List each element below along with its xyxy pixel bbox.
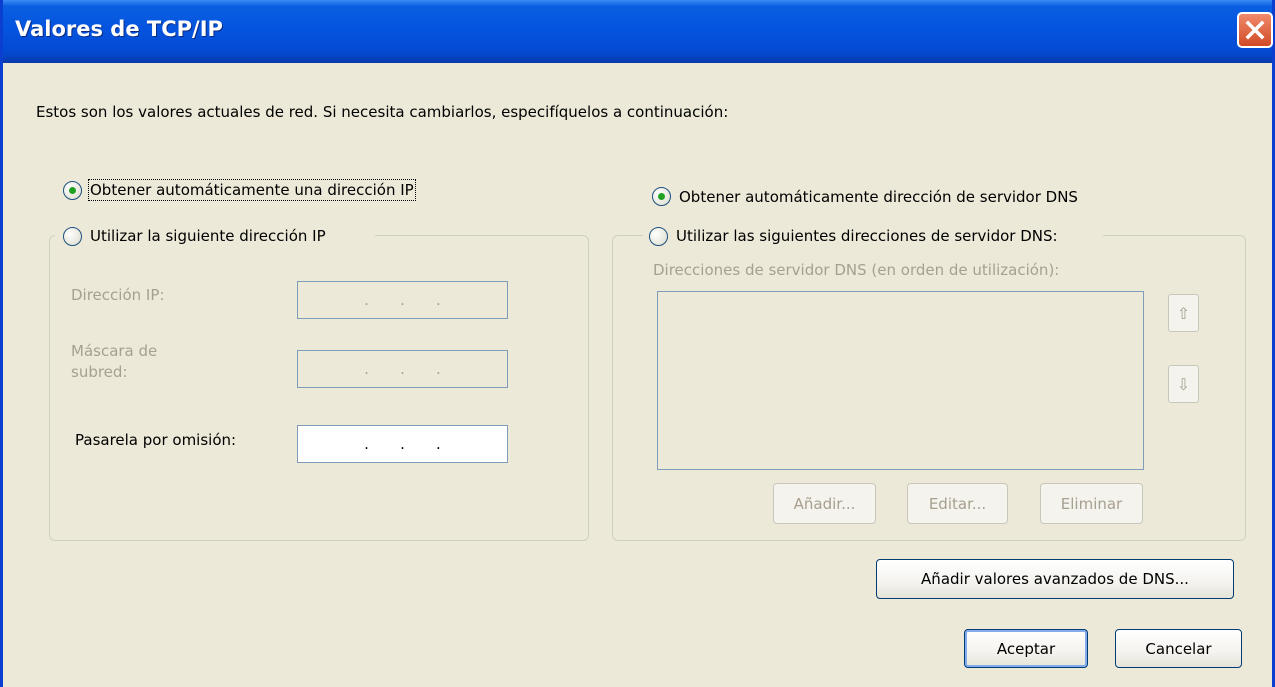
ip-address-label: Dirección IP: xyxy=(71,286,165,304)
subnet-mask-field: . . . xyxy=(297,350,508,388)
up-arrow-icon: ⇧ xyxy=(1176,303,1191,323)
dns-list-label: Direcciones de servidor DNS (en orden de… xyxy=(653,261,1060,279)
dns-manual-label[interactable]: Utilizar las siguientes direcciones de s… xyxy=(676,227,1058,245)
dns-add-button: Añadir... xyxy=(773,483,876,524)
ip-dot: . xyxy=(400,435,405,453)
ip-dot: . xyxy=(400,291,405,309)
ip-manual-label[interactable]: Utilizar la siguiente dirección IP xyxy=(90,227,326,245)
ip-dot: . xyxy=(364,360,369,378)
ip-auto-label[interactable]: Obtener automáticamente una dirección IP xyxy=(88,179,416,201)
ip-group-header: Utilizar la siguiente dirección IP xyxy=(55,223,375,249)
ip-dot: . xyxy=(364,291,369,309)
ip-dot: . xyxy=(400,360,405,378)
ip-manual-radio[interactable] xyxy=(63,227,82,246)
title-bar[interactable]: Valores de TCP/IP xyxy=(3,0,1273,63)
cancel-button[interactable]: Cancelar xyxy=(1115,629,1242,668)
subnet-label-line1: Máscara de xyxy=(71,342,158,360)
ip-dot: . xyxy=(436,360,441,378)
dns-auto-radio[interactable] xyxy=(652,187,671,206)
dns-group-header: Utilizar las siguientes direcciones de s… xyxy=(643,223,1103,249)
dns-remove-button: Eliminar xyxy=(1040,483,1143,524)
dialog-client-area: Estos son los valores actuales de red. S… xyxy=(3,63,1272,687)
ip-address-field: . . . xyxy=(297,281,508,319)
dns-edit-button: Editar... xyxy=(907,483,1008,524)
close-icon xyxy=(1245,20,1265,40)
down-arrow-icon: ⇩ xyxy=(1176,374,1191,394)
ip-auto-radio[interactable] xyxy=(63,181,82,200)
window-title: Valores de TCP/IP xyxy=(15,17,223,41)
dns-server-list xyxy=(657,291,1144,470)
ip-dot: . xyxy=(436,435,441,453)
gateway-label: Pasarela por omisión: xyxy=(75,431,237,449)
advanced-dns-button[interactable]: Añadir valores avanzados de DNS... xyxy=(876,559,1234,599)
move-up-button: ⇧ xyxy=(1168,294,1199,332)
subnet-label-line2: subred: xyxy=(71,363,128,381)
ip-dot: . xyxy=(364,435,369,453)
ip-dot: . xyxy=(436,291,441,309)
dns-manual-radio[interactable] xyxy=(649,227,668,246)
move-down-button: ⇩ xyxy=(1168,365,1199,403)
gateway-field[interactable]: . . . xyxy=(297,425,508,463)
intro-text: Estos son los valores actuales de red. S… xyxy=(36,103,729,121)
dns-auto-label[interactable]: Obtener automáticamente dirección de ser… xyxy=(679,188,1078,206)
tcpip-settings-dialog: Valores de TCP/IP Estos son los valores … xyxy=(0,0,1275,687)
ok-button[interactable]: Aceptar xyxy=(964,629,1088,668)
close-button[interactable] xyxy=(1237,12,1273,48)
